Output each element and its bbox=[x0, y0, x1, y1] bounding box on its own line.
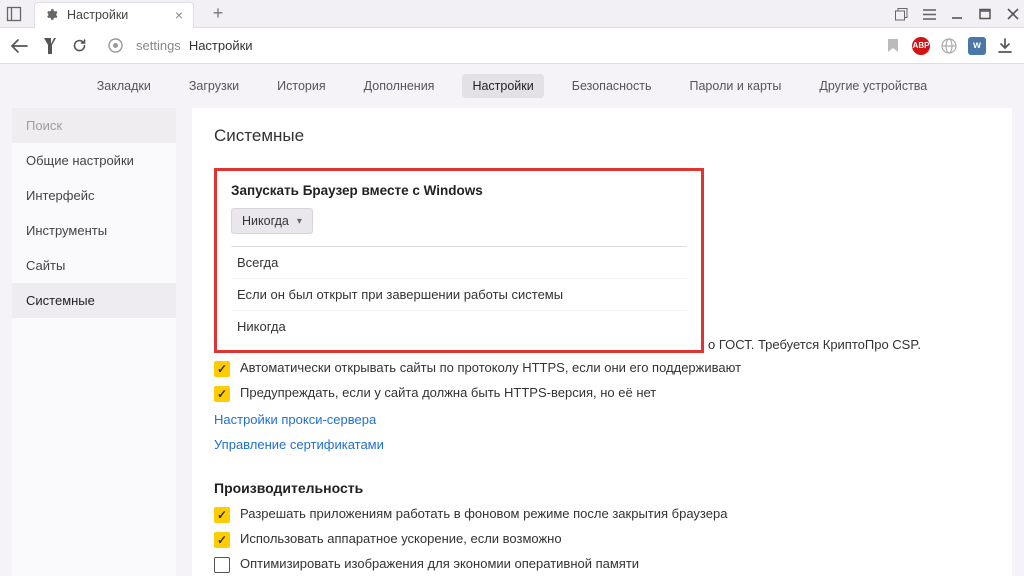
sidebar-search[interactable]: Поиск bbox=[12, 108, 176, 143]
sidebar-item-tools[interactable]: Инструменты bbox=[12, 213, 176, 248]
row-label: Оптимизировать изображения для экономии … bbox=[240, 556, 639, 571]
checkbox-icon[interactable] bbox=[214, 361, 230, 377]
row-label: Использовать аппаратное ускорение, если … bbox=[240, 531, 562, 546]
bookmark-icon[interactable] bbox=[884, 37, 902, 55]
link-manage-certs[interactable]: Управление сертификатами bbox=[214, 437, 990, 452]
menu-icon[interactable] bbox=[922, 7, 936, 21]
startup-heading: Запускать Браузер вместе с Windows bbox=[231, 183, 687, 198]
title-bar: Настройки × + bbox=[0, 0, 1024, 28]
sidebar-item-system[interactable]: Системные bbox=[12, 283, 176, 318]
settings-content: Системные Запускать Браузер вместе с Win… bbox=[192, 108, 1012, 576]
tab-title: Настройки bbox=[67, 8, 167, 22]
row-perf-hwaccel[interactable]: Использовать аппаратное ускорение, если … bbox=[214, 531, 990, 548]
startup-select[interactable]: Никогда ▾ bbox=[231, 208, 313, 234]
topnav-other-devices[interactable]: Другие устройства bbox=[809, 74, 937, 98]
gost-trail-text: о ГОСТ. Требуется КриптоПро CSP. bbox=[708, 337, 990, 352]
vk-icon[interactable]: w bbox=[968, 37, 986, 55]
maximize-icon[interactable] bbox=[978, 7, 992, 21]
topnav-passwords[interactable]: Пароли и карты bbox=[680, 74, 792, 98]
site-info-icon[interactable] bbox=[106, 37, 124, 55]
gear-icon bbox=[45, 8, 59, 22]
startup-highlight-box: Запускать Браузер вместе с Windows Никог… bbox=[214, 168, 704, 353]
row-perf-background[interactable]: Разрешать приложениям работать в фоновом… bbox=[214, 506, 990, 523]
sidebar-item-general[interactable]: Общие настройки bbox=[12, 143, 176, 178]
chevron-down-icon: ▾ bbox=[297, 216, 302, 227]
settings-topnav: Закладки Загрузки История Дополнения Нас… bbox=[0, 64, 1024, 108]
titlebar-right bbox=[894, 0, 1020, 28]
copy-window-icon[interactable] bbox=[894, 7, 908, 21]
startup-option-if-open[interactable]: Если он был открыт при завершении работы… bbox=[231, 279, 687, 311]
row-label: Разрешать приложениям работать в фоновом… bbox=[240, 506, 727, 521]
sidebar-toggle-icon[interactable] bbox=[6, 6, 22, 22]
address-bar: settings Настройки ABP w bbox=[0, 28, 1024, 64]
perf-heading: Производительность bbox=[214, 480, 990, 496]
startup-option-always[interactable]: Всегда bbox=[231, 247, 687, 279]
abp-icon[interactable]: ABP bbox=[912, 37, 930, 55]
address-right: ABP w bbox=[884, 37, 1014, 55]
checkbox-icon[interactable] bbox=[214, 386, 230, 402]
reload-icon[interactable] bbox=[70, 37, 88, 55]
address-field[interactable]: settings Настройки bbox=[136, 38, 872, 53]
row-https-warn[interactable]: Предупреждать, если у сайта должна быть … bbox=[214, 385, 990, 402]
checkbox-icon[interactable] bbox=[214, 532, 230, 548]
sidebar-item-interface[interactable]: Интерфейс bbox=[12, 178, 176, 213]
topnav-history[interactable]: История bbox=[267, 74, 335, 98]
topnav-downloads[interactable]: Загрузки bbox=[179, 74, 249, 98]
row-label: Предупреждать, если у сайта должна быть … bbox=[240, 385, 656, 400]
globe-icon[interactable] bbox=[940, 37, 958, 55]
new-tab-button[interactable]: + bbox=[208, 3, 228, 24]
row-https-auto[interactable]: Автоматически открывать сайты по протоко… bbox=[214, 360, 990, 377]
row-perf-optimize-images[interactable]: Оптимизировать изображения для экономии … bbox=[214, 556, 990, 573]
topnav-addons[interactable]: Дополнения bbox=[354, 74, 445, 98]
titlebar-left: Настройки × + bbox=[6, 0, 228, 28]
topnav-bookmarks[interactable]: Закладки bbox=[87, 74, 161, 98]
settings-sidebar: Поиск Общие настройки Интерфейс Инструме… bbox=[12, 108, 176, 576]
startup-select-value: Никогда bbox=[242, 214, 289, 228]
startup-option-never[interactable]: Никогда bbox=[231, 311, 687, 342]
address-path: Настройки bbox=[189, 38, 253, 53]
topnav-settings[interactable]: Настройки bbox=[462, 74, 543, 98]
checkbox-icon[interactable] bbox=[214, 507, 230, 523]
row-label: Автоматически открывать сайты по протоко… bbox=[240, 360, 741, 375]
back-icon[interactable] bbox=[10, 37, 28, 55]
checkbox-icon[interactable] bbox=[214, 557, 230, 573]
download-icon[interactable] bbox=[996, 37, 1014, 55]
address-path-dim: settings bbox=[136, 38, 181, 53]
tab-close-icon[interactable]: × bbox=[175, 7, 183, 23]
tab-active[interactable]: Настройки × bbox=[34, 2, 194, 28]
topnav-security[interactable]: Безопасность bbox=[562, 74, 662, 98]
main-area: Поиск Общие настройки Интерфейс Инструме… bbox=[0, 108, 1024, 576]
minimize-icon[interactable] bbox=[950, 7, 964, 21]
startup-dropdown: Всегда Если он был открыт при завершении… bbox=[231, 246, 687, 342]
yandex-logo-icon[interactable] bbox=[40, 37, 58, 55]
link-proxy-settings[interactable]: Настройки прокси-сервера bbox=[214, 412, 990, 427]
sidebar-item-sites[interactable]: Сайты bbox=[12, 248, 176, 283]
page-title: Системные bbox=[214, 126, 990, 146]
close-icon[interactable] bbox=[1006, 7, 1020, 21]
